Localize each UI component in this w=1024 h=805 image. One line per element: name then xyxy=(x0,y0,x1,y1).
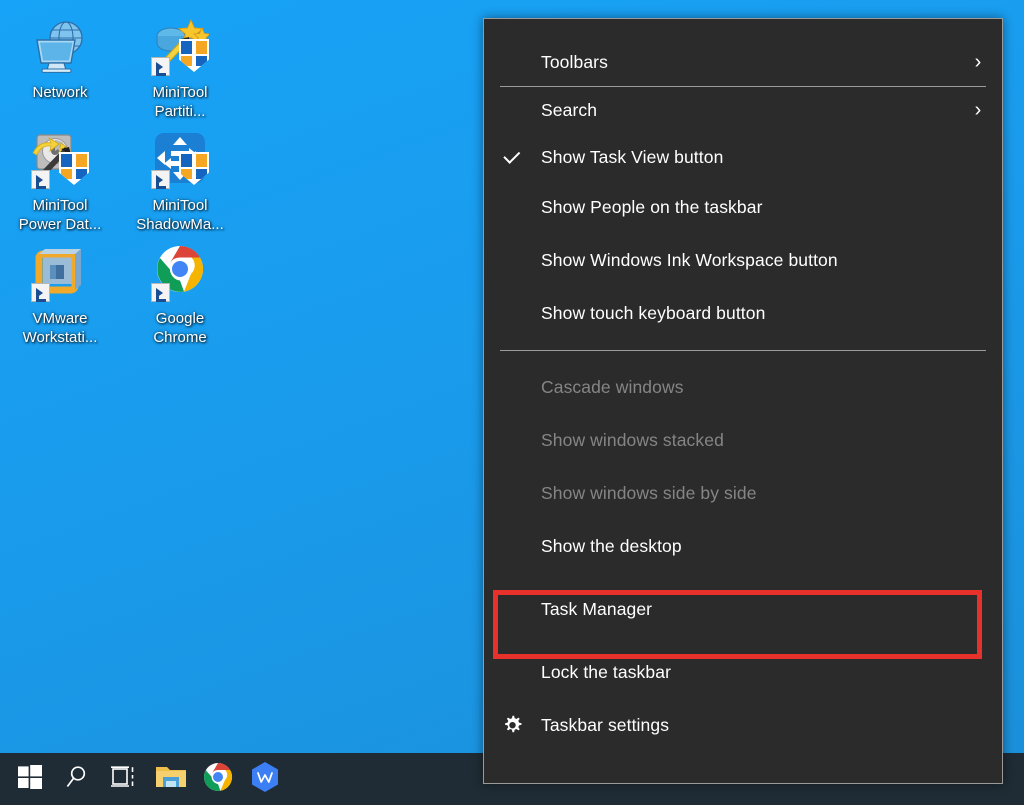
menu-item-toolbars[interactable]: Toolbars › xyxy=(484,39,1002,86)
menu-item-label: Show windows stacked xyxy=(541,430,724,450)
menu-item-show-task-view-button[interactable]: Show Task View button xyxy=(484,134,1002,181)
minitool-power-data-recovery-icon xyxy=(31,131,89,189)
desktop-icon-grid: Network MiniTool Partiti... MiniTool Pow… xyxy=(0,8,250,347)
menu-group-padding xyxy=(484,340,1002,350)
chrome-button[interactable] xyxy=(194,753,241,805)
menu-item-show-windows-stacked: Show windows stacked xyxy=(484,414,1002,467)
desktop-icon-label: MiniTool Power Dat... xyxy=(18,197,102,233)
menu-group-padding xyxy=(484,351,1002,361)
desktop-icon-label: Network xyxy=(32,84,88,101)
task-view-icon xyxy=(110,765,137,794)
search-magnifier-icon xyxy=(64,764,90,795)
menu-item-search[interactable]: Search › xyxy=(484,87,1002,134)
menu-item-label: Show People on the taskbar xyxy=(541,197,763,217)
check-icon xyxy=(484,146,541,164)
network-globe-monitor-icon xyxy=(31,18,89,76)
menu-item-label: Taskbar settings xyxy=(541,715,670,735)
menu-item-show-windows-side-by-side: Show windows side by side xyxy=(484,467,1002,520)
shortcut-arrow-icon xyxy=(151,170,170,189)
menu-group-padding xyxy=(484,573,1002,583)
desktop-icon-label: Google Chrome xyxy=(153,310,207,346)
file-explorer-button[interactable] xyxy=(147,753,194,805)
google-chrome-icon xyxy=(203,762,233,797)
menu-item-label: Show Windows Ink Workspace button xyxy=(541,250,838,270)
menu-item-label: Show Task View button xyxy=(541,147,724,167)
taskbar-context-menu: Toolbars › Search › Show Task View butto… xyxy=(483,18,1003,784)
minitool-shadowmaker-icon xyxy=(151,131,209,189)
menu-item-task-manager[interactable]: Task Manager xyxy=(484,583,1002,636)
menu-top-padding xyxy=(484,19,1002,39)
desktop-icon-minitool-shadowmaker[interactable]: MiniTool ShadowMa... xyxy=(120,121,240,234)
desktop-icon-row: MiniTool Power Dat... MiniTool ShadowMa.… xyxy=(0,121,250,234)
menu-group-padding xyxy=(484,636,1002,646)
desktop-icon-label: MiniTool ShadowMa... xyxy=(136,197,224,233)
menu-item-show-the-desktop[interactable]: Show the desktop xyxy=(484,520,1002,573)
desktop-icon-google-chrome[interactable]: Google Chrome xyxy=(120,234,240,347)
shortcut-arrow-icon xyxy=(151,57,170,76)
menu-item-lock-the-taskbar[interactable]: Lock the taskbar xyxy=(484,646,1002,699)
menu-item-label: Toolbars xyxy=(541,52,608,72)
menu-item-label: Show windows side by side xyxy=(541,483,757,503)
desktop-icon-vmware-workstation[interactable]: VMware Workstati... xyxy=(0,234,120,347)
file-explorer-folder-icon xyxy=(155,763,187,796)
menu-item-label: Search xyxy=(541,100,598,120)
shortcut-arrow-icon xyxy=(31,283,50,302)
minitool-partition-wizard-icon xyxy=(151,18,211,76)
desktop-icon-network[interactable]: Network xyxy=(0,8,120,121)
desktop-icon-label: VMware Workstati... xyxy=(22,310,98,346)
menu-item-label: Lock the taskbar xyxy=(541,662,672,682)
gear-icon xyxy=(484,715,541,736)
start-button[interactable] xyxy=(6,753,53,805)
menu-item-show-people-on-the-taskbar[interactable]: Show People on the taskbar xyxy=(484,181,1002,234)
menu-item-label: Show touch keyboard button xyxy=(541,303,766,323)
desktop-icon-minitool-partition[interactable]: MiniTool Partiti... xyxy=(120,8,240,121)
menu-item-cascade-windows: Cascade windows xyxy=(484,361,1002,414)
chevron-right-icon: › xyxy=(974,51,982,73)
windows-logo-icon xyxy=(17,764,42,794)
desktop-icon-row: Network MiniTool Partiti... xyxy=(0,8,250,121)
wps-office-icon xyxy=(250,761,280,798)
desktop-icon-label: MiniTool Partiti... xyxy=(152,84,208,120)
vmware-workstation-icon xyxy=(31,244,89,302)
menu-item-show-windows-ink-workspace-button[interactable]: Show Windows Ink Workspace button xyxy=(484,234,1002,287)
shortcut-arrow-icon xyxy=(151,283,170,302)
desktop-icon-row: VMware Workstati... Google Chrome xyxy=(0,234,250,347)
menu-item-label: Cascade windows xyxy=(541,377,684,397)
task-view-button[interactable] xyxy=(100,753,147,805)
menu-item-show-touch-keyboard-button[interactable]: Show touch keyboard button xyxy=(484,287,1002,340)
search-button[interactable] xyxy=(53,753,100,805)
menu-item-label: Show the desktop xyxy=(541,536,682,556)
desktop-icon-minitool-power-data[interactable]: MiniTool Power Dat... xyxy=(0,121,120,234)
menu-item-taskbar-settings[interactable]: Taskbar settings xyxy=(484,699,1002,752)
google-chrome-icon xyxy=(151,244,209,302)
chevron-right-icon: › xyxy=(974,99,982,121)
desktop-screen: Network MiniTool Partiti... MiniTool Pow… xyxy=(0,0,1024,805)
wps-office-button[interactable] xyxy=(241,753,288,805)
menu-item-label: Task Manager xyxy=(541,599,653,619)
shortcut-arrow-icon xyxy=(31,170,50,189)
